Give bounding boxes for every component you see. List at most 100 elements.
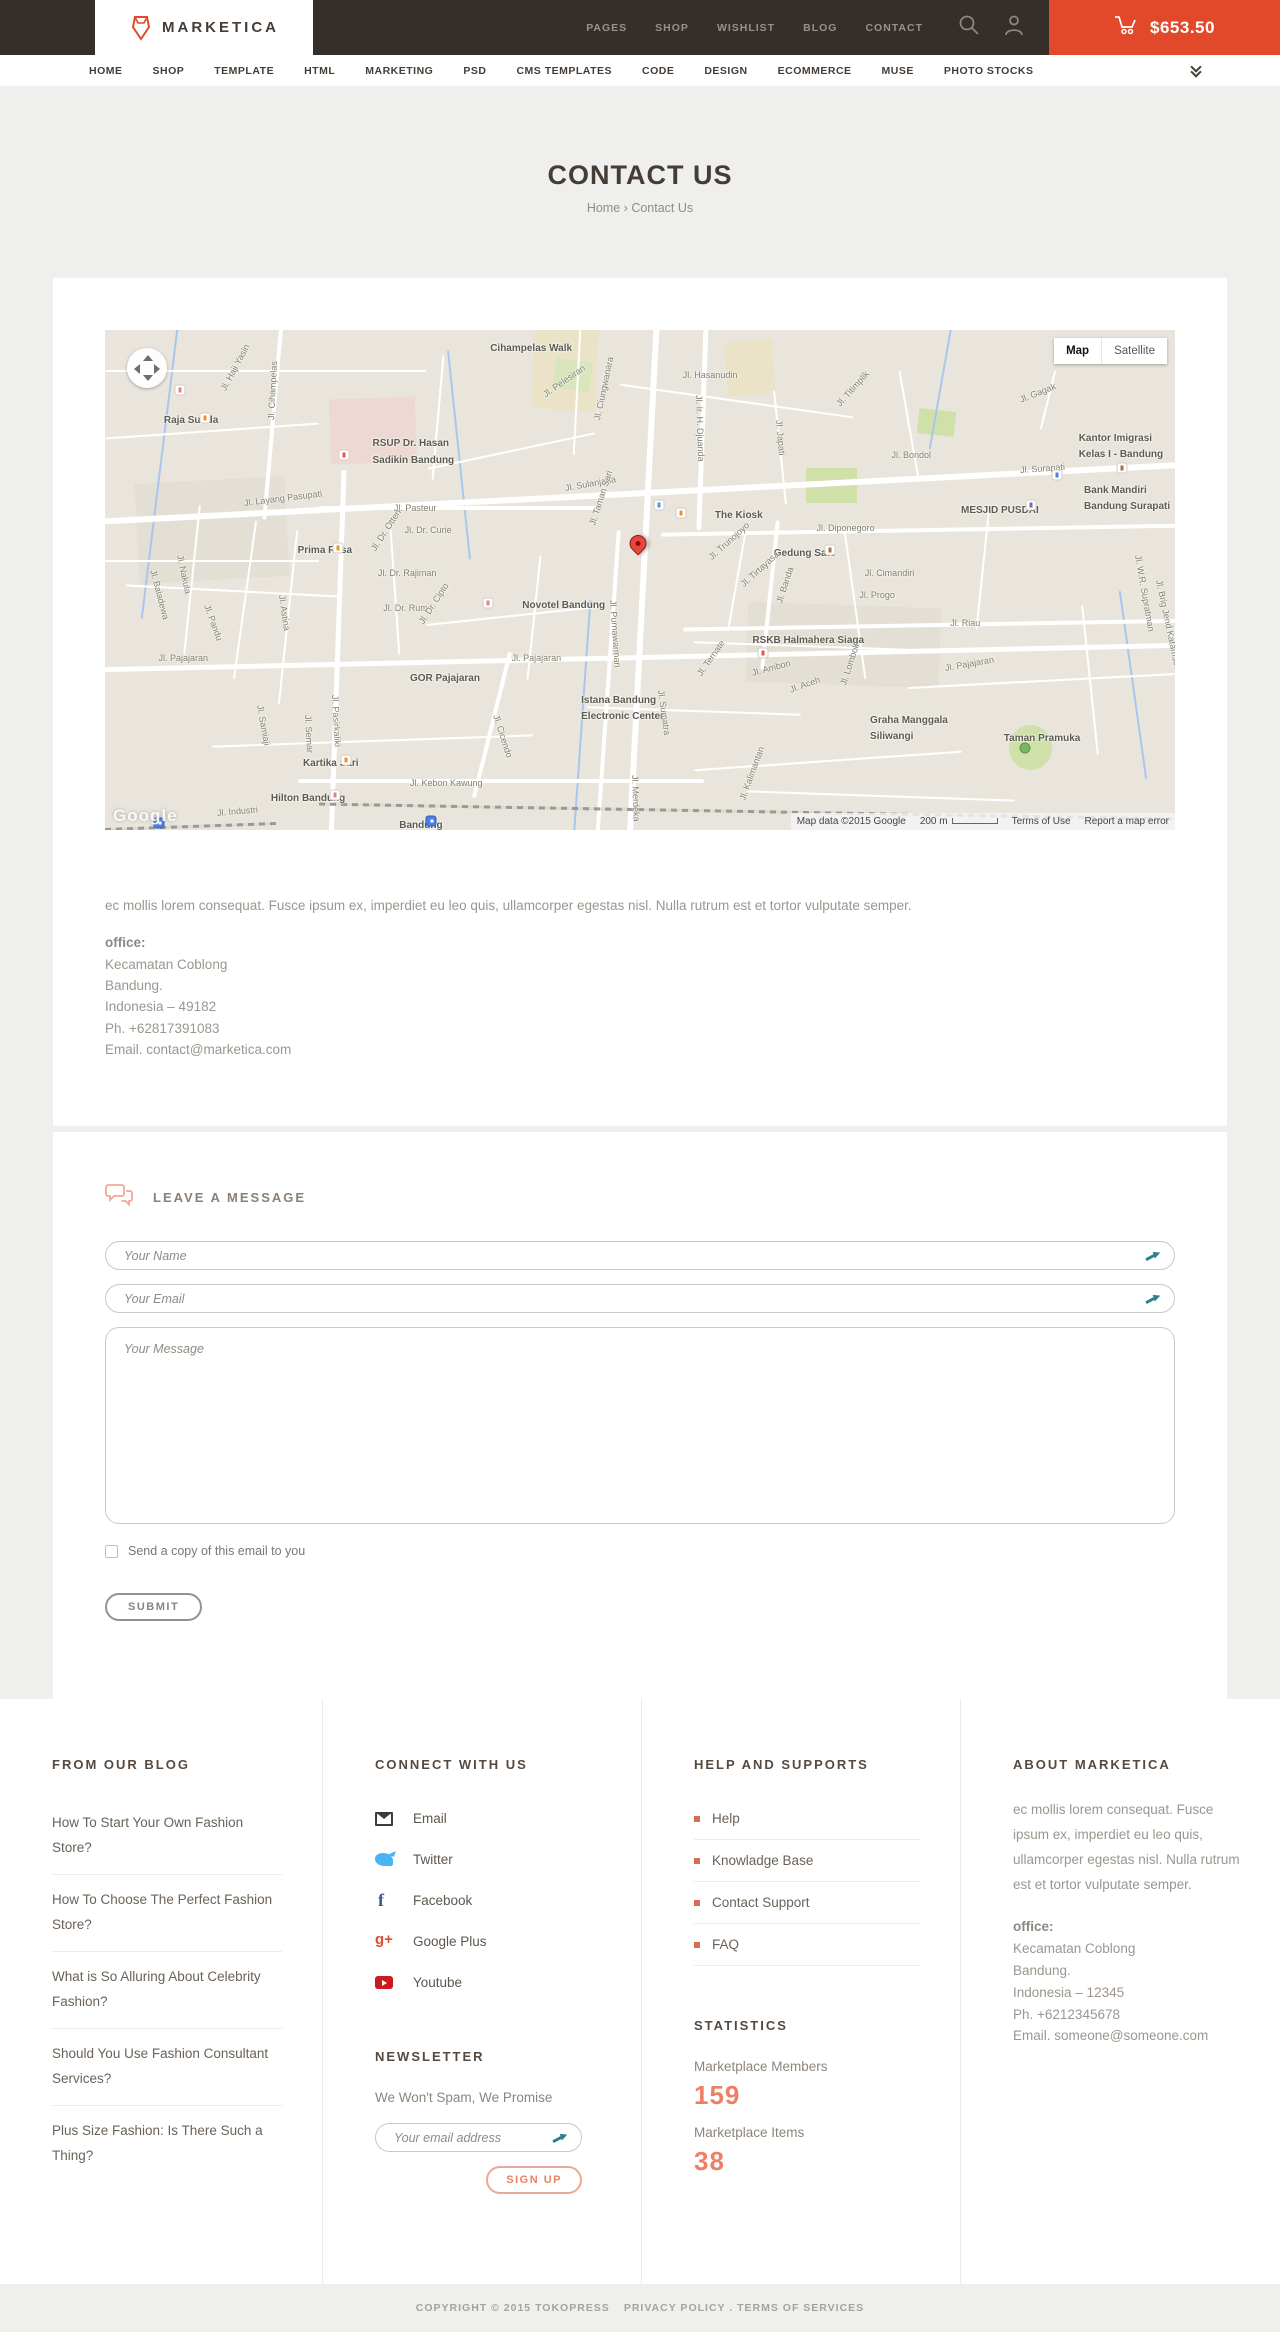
category-nav-item[interactable]: HTML [289,65,350,77]
social-link-email[interactable]: Email [375,1798,601,1839]
category-nav-item[interactable]: PHOTO STOCKS [929,65,1049,77]
stat-label: Marketplace Members [694,2059,828,2075]
map-label: Jl. Ir. H. Djuanda [693,394,707,462]
map-label: Jl. Samiaji [255,704,273,747]
map-label: Jl. Haji Yasin [218,342,252,393]
stat-item: Marketplace Members 159 [694,2059,920,2111]
social-link-youtube[interactable]: Youtube [375,1962,601,2003]
address-line: Bandung. [1013,1962,1071,1978]
terms-link[interactable]: Terms of Use [1012,816,1071,827]
map-label: Sadikin Bandung [372,455,455,466]
category-nav-item[interactable]: SHOP [138,65,200,77]
map-road-main [626,330,660,830]
pan-down-arrow[interactable] [143,375,153,381]
signup-button[interactable]: SIGN UP [486,2166,582,2195]
category-nav-item[interactable]: CMS TEMPLATES [501,65,627,77]
address-line: Kecamatan Coblong [1013,1940,1136,1956]
search-icon[interactable] [957,13,981,42]
help-list: Help Knowladge Base Contact Support FAQ [694,1798,920,1967]
name-field [105,1241,1175,1271]
help-link[interactable]: FAQ [694,1924,920,1967]
blog-post-link[interactable]: Should You Use Fashion Consultant Servic… [52,2029,282,2106]
map-pan-control[interactable] [127,348,167,388]
header-icons [957,13,1025,42]
social-link-facebook[interactable]: Facebook [375,1880,601,1921]
top-nav-item[interactable]: SHOP [655,22,689,34]
social-link-twitter[interactable]: Twitter [375,1839,601,1880]
category-nav-item[interactable]: MARKETING [350,65,448,77]
top-nav-item[interactable]: PAGES [586,22,627,34]
map-road-main [297,779,705,783]
category-nav-item[interactable]: HOME [74,65,138,77]
submit-button[interactable]: SUBMIT [105,1593,203,1622]
pan-left-arrow[interactable] [134,364,140,374]
map-label: Jl. Kalimantan [736,745,766,802]
name-input[interactable] [106,1242,1174,1270]
map-label: Jl. Merdeka [629,774,642,822]
satellite-button[interactable]: Satellite [1102,338,1167,364]
about-office-block: office: Kecamatan Coblong Bandung. Indones… [1013,1916,1240,2047]
chevron-down-icon[interactable] [1191,64,1202,77]
category-nav-item[interactable]: DESIGN [689,65,762,77]
map-road [693,750,961,772]
terms-of-services-link[interactable]: TERMS OF SERVICES [737,2302,864,2314]
social-link-gplus[interactable]: Google Plus [375,1921,601,1962]
top-nav-item[interactable]: WISHLIST [717,22,775,34]
category-nav-item[interactable]: ECOMMERCE [763,65,867,77]
pan-right-arrow[interactable] [154,364,160,374]
blog-post-link[interactable]: What is So Alluring About Celebrity Fash… [52,1952,282,2030]
top-header: MARKETICA PAGES SHOP WISHLIST BLOG CONTACT [0,0,1280,55]
newsletter-heading: NEWSLETTER [375,2049,485,2065]
map-button[interactable]: Map [1054,338,1103,364]
map-label: Bandung Surapati [1084,501,1171,512]
map-road-main [328,470,347,830]
map-label: Jl. Semar [303,714,316,754]
map-scale: 200 m [920,816,998,827]
help-link[interactable]: Knowladge Base [694,1840,920,1883]
blog-post-link[interactable]: How To Choose The Perfect Fashion Store? [52,1875,282,1953]
help-heading: HELP AND SUPPORTS [694,1757,869,1773]
category-nav-item[interactable]: MUSE [867,65,929,77]
category-nav-item[interactable]: CODE [627,65,689,77]
newsletter-field [375,2123,582,2153]
breadcrumb: Home › Contact Us [0,201,1280,215]
map-poi-icon-hotel [329,789,341,801]
stat-value: 159 [694,2080,741,2111]
blog-heading: FROM OUR BLOG [52,1757,190,1773]
address-line: Ph. +62817391083 [105,1020,220,1036]
category-nav-item[interactable]: TEMPLATE [199,65,289,77]
help-link[interactable]: Help [694,1798,920,1841]
map-label: Jl. Kebon Kawung [409,777,483,788]
footer-about-column: ABOUT MARKETICA ec mollis lorem consequa… [960,1699,1280,2285]
stat-item: Marketplace Items 38 [694,2125,920,2177]
pan-up-arrow[interactable] [143,355,153,361]
message-textarea[interactable] [105,1327,1175,1525]
category-nav-item[interactable]: PSD [448,65,501,77]
address-line: Kecamatan Coblong [105,956,228,972]
address-line: Indonesia – 49182 [105,999,217,1015]
map-label: Jl. Pajajaran [944,653,995,673]
newsletter-email-input[interactable] [376,2124,581,2152]
top-nav-item[interactable]: BLOG [803,22,837,34]
cart-button[interactable]: $653.50 [1049,0,1280,55]
email-input[interactable] [106,1285,1174,1313]
map-label: Cihampelas Walk [490,342,573,354]
map-poi-icon-station [425,815,437,827]
google-map[interactable]: Cihampelas Walk Jl. Hasanudin Jl. Pelesira… [105,330,1175,830]
blog-post-link[interactable]: How To Start Your Own Fashion Store? [52,1798,282,1876]
send-copy-checkbox[interactable] [105,1544,118,1558]
blog-post-link[interactable]: Plus Size Fashion: Is There Such a Thing… [52,2106,282,2182]
brand-logo[interactable]: MARKETICA [95,0,313,55]
user-icon[interactable] [1003,13,1025,42]
breadcrumb-home[interactable]: Home [587,201,620,215]
privacy-policy-link[interactable]: PRIVACY POLICY [624,2302,726,2314]
page-title: CONTACT US [547,160,733,190]
about-heading: ABOUT MARKETICA [1013,1757,1171,1773]
help-link[interactable]: Contact Support [694,1882,920,1925]
top-nav: PAGES SHOP WISHLIST BLOG CONTACT [586,22,923,34]
map-label: Jl. Gagak [1017,381,1057,405]
map-poi-icon-museum [824,544,836,556]
map-label: The Kiosk [714,510,763,521]
report-error-link[interactable]: Report a map error [1085,816,1169,827]
top-nav-item[interactable]: CONTACT [865,22,923,34]
